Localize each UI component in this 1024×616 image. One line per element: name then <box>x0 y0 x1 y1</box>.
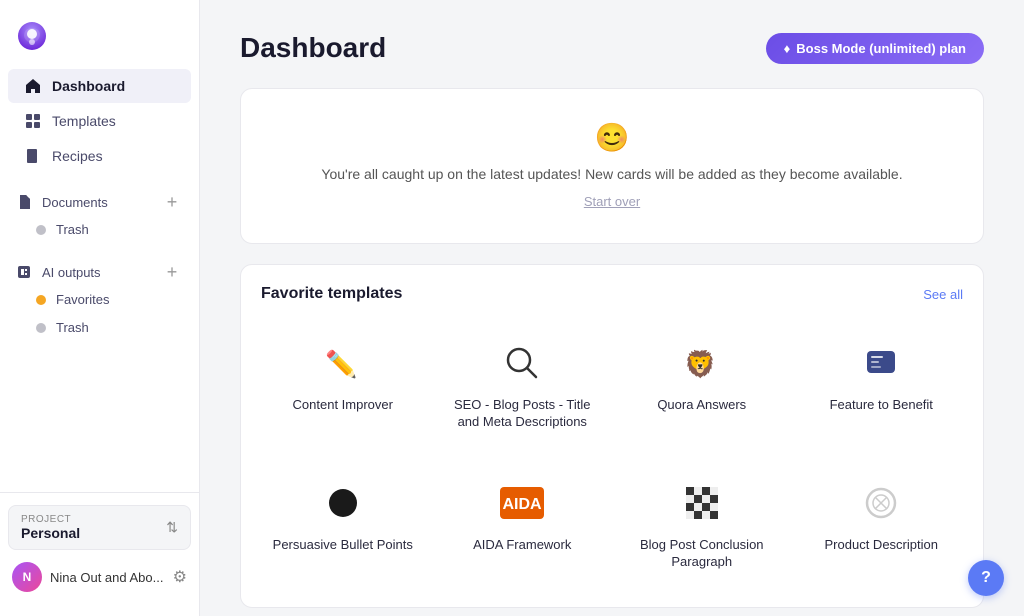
book-icon <box>24 147 42 165</box>
sidebar: Dashboard Templates Recipes Documents + <box>0 0 200 616</box>
project-selector[interactable]: PROJECT Personal ⇅ <box>8 505 191 550</box>
sidebar-bottom: PROJECT Personal ⇅ N Nina Out and Abo...… <box>0 492 199 604</box>
ai-outputs-label[interactable]: AI outputs <box>16 264 101 280</box>
user-name: Nina Out and Abo... <box>50 570 173 585</box>
template-icon-bullet-points <box>319 479 367 527</box>
svg-text:AIDA: AIDA <box>503 496 543 513</box>
template-quora[interactable]: 🦁 Quora Answers <box>620 323 784 447</box>
project-name: Personal <box>21 525 80 541</box>
template-icon-blog-conclusion <box>678 479 726 527</box>
documents-add-button[interactable]: + <box>161 191 183 213</box>
sidebar-item-templates[interactable]: Templates <box>8 104 191 138</box>
favorites-section-header: Favorite templates See all <box>261 285 963 303</box>
documents-section-header: Documents + <box>0 185 199 215</box>
update-card-text: You're all caught up on the latest updat… <box>261 164 963 185</box>
avatar: N <box>12 562 42 592</box>
update-card: 😊 You're all caught up on the latest upd… <box>240 88 984 244</box>
ai-outputs-icon <box>16 264 32 280</box>
template-icon-content-improver: ✏️ <box>319 339 367 387</box>
template-bullet-points[interactable]: Persuasive Bullet Points <box>261 463 425 587</box>
help-bubble[interactable]: ? <box>968 560 1004 596</box>
smile-icon: 😊 <box>261 121 963 154</box>
document-icon <box>16 194 32 210</box>
ai-favorites[interactable]: Favorites <box>8 286 191 313</box>
home-icon <box>24 77 42 95</box>
ai-trash[interactable]: Trash <box>8 314 191 341</box>
documents-label[interactable]: Documents <box>16 194 108 210</box>
template-icon-seo-blog <box>498 339 546 387</box>
ai-outputs-section-header: AI outputs + <box>0 255 199 285</box>
main-header: Dashboard ♦ Boss Mode (unlimited) plan <box>240 32 984 64</box>
templates-grid: ✏️ Content Improver SEO - Blog Posts - T… <box>261 323 963 587</box>
sidebar-nav: Dashboard Templates Recipes Documents + <box>0 68 199 492</box>
template-seo-blog[interactable]: SEO - Blog Posts - Title and Meta Descri… <box>441 323 605 447</box>
template-icon-aida: AIDA <box>498 479 546 527</box>
documents-trash[interactable]: Trash <box>8 216 191 243</box>
logo <box>0 12 199 68</box>
template-feature-benefit[interactable]: Feature to Benefit <box>800 323 964 447</box>
template-icon-product-desc <box>857 479 905 527</box>
start-over-link[interactable]: Start over <box>584 194 640 209</box>
trash-dot-icon <box>36 225 46 235</box>
project-label: PROJECT <box>21 514 80 525</box>
chevron-icon: ⇅ <box>166 519 178 536</box>
grid-icon <box>24 112 42 130</box>
favorites-dot-icon <box>36 295 46 305</box>
gear-icon[interactable]: ⚙ <box>173 567 187 587</box>
page-title: Dashboard <box>240 32 386 64</box>
section-title: Favorite templates <box>261 285 402 303</box>
svg-text:✏️: ✏️ <box>325 348 357 379</box>
template-aida[interactable]: AIDA AIDA Framework <box>441 463 605 587</box>
svg-text:🦁: 🦁 <box>684 349 716 379</box>
ai-outputs-add-button[interactable]: + <box>161 261 183 283</box>
template-product-desc[interactable]: Product Description <box>800 463 964 587</box>
see-all-link[interactable]: See all <box>923 287 963 302</box>
template-blog-conclusion[interactable]: Blog Post Conclusion Paragraph <box>620 463 784 587</box>
sidebar-item-dashboard[interactable]: Dashboard <box>8 69 191 103</box>
logo-icon <box>16 20 48 52</box>
user-row: N Nina Out and Abo... ⚙ <box>8 558 191 596</box>
favorites-section: Favorite templates See all ✏️ Content Im… <box>240 264 984 608</box>
sidebar-item-recipes[interactable]: Recipes <box>8 139 191 173</box>
main-content: Dashboard ♦ Boss Mode (unlimited) plan 😊… <box>200 0 1024 616</box>
template-icon-feature-benefit <box>857 339 905 387</box>
template-icon-quora: 🦁 <box>678 339 726 387</box>
template-content-improver[interactable]: ✏️ Content Improver <box>261 323 425 447</box>
ai-trash-dot-icon <box>36 323 46 333</box>
diamond-icon: ♦ <box>784 41 791 56</box>
boss-mode-button[interactable]: ♦ Boss Mode (unlimited) plan <box>766 33 984 64</box>
